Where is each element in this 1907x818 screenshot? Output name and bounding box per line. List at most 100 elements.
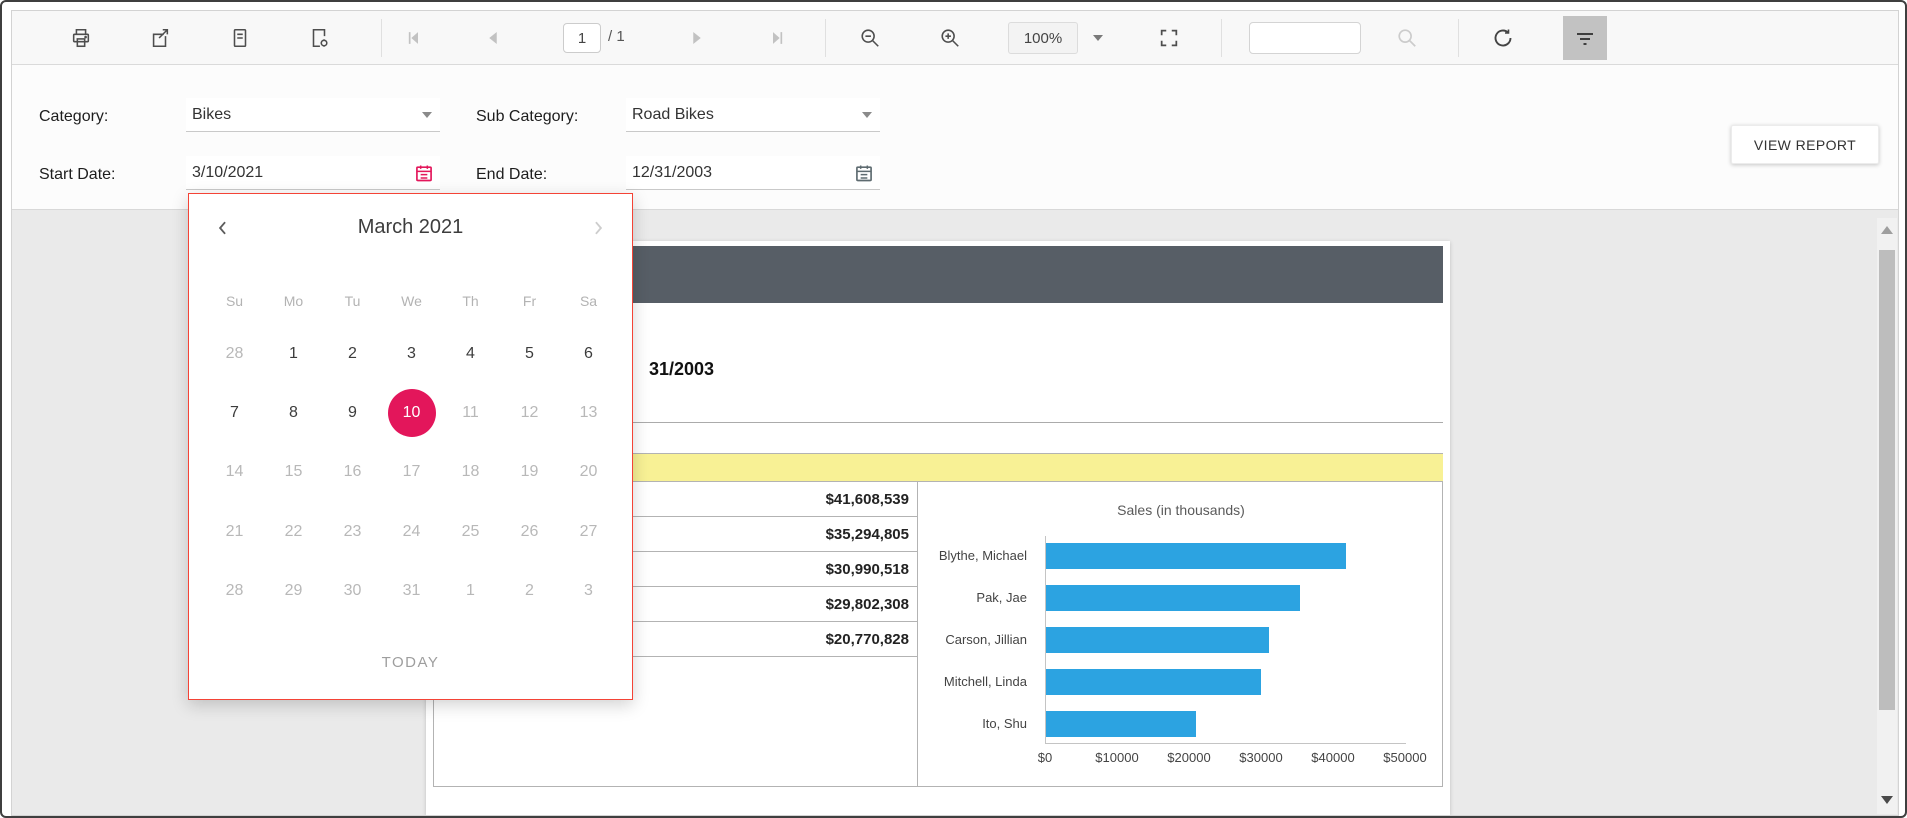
sales-chart: Sales (in thousands) Blythe, Michael Pak,… — [918, 482, 1444, 785]
datepicker-day[interactable]: 3 — [382, 324, 441, 383]
zoom-level-value: 100% — [1023, 29, 1063, 47]
print-button[interactable] — [63, 20, 99, 56]
chart-x-axis — [1045, 743, 1406, 744]
scroll-up-arrow-icon[interactable] — [1881, 226, 1893, 234]
chart-x-tick: $40000 — [1311, 750, 1355, 765]
chevron-down-icon[interactable] — [862, 112, 872, 118]
parameters-panel-toggle-button[interactable] — [1563, 16, 1607, 60]
chart-bar — [1046, 669, 1261, 695]
start-date-value: 3/10/2021 — [192, 163, 264, 181]
datepicker-day: 31 — [402, 582, 421, 600]
datepicker-day: 3 — [584, 582, 593, 600]
fullscreen-icon — [1160, 29, 1178, 47]
datepicker-day[interactable]: 5 — [500, 324, 559, 383]
end-date-input[interactable]: 12/31/2003 — [626, 156, 880, 190]
scrollbar-thumb[interactable] — [1879, 250, 1895, 710]
datepicker-day: 22 — [284, 522, 303, 540]
datepicker-dayname: Tu — [344, 293, 361, 309]
page-number-input[interactable] — [563, 23, 601, 53]
datepicker-day[interactable]: 7 — [205, 383, 264, 442]
report-heading-partial: 31/2003 — [649, 359, 715, 379]
datepicker-day: 25 — [461, 522, 480, 540]
subcategory-dropdown[interactable]: Road Bikes — [626, 98, 880, 132]
chart-x-tick: $10000 — [1095, 750, 1139, 765]
app-window: / 1 100% Catego — [0, 0, 1907, 818]
datepicker-day-selected[interactable]: 10 — [382, 383, 441, 442]
datepicker-day: 24 — [402, 522, 421, 540]
datepicker-day: 17 — [402, 463, 421, 481]
today-button[interactable]: TODAY — [189, 654, 632, 671]
datepicker-day[interactable]: 6 — [559, 324, 618, 383]
sales-value-cell: $30,990,518 — [825, 560, 909, 578]
chart-x-tick: $0 — [1037, 750, 1053, 765]
datepicker-day[interactable]: 8 — [264, 383, 323, 442]
print-icon — [72, 28, 90, 48]
datepicker-day[interactable]: 2 — [323, 324, 382, 383]
datepicker-dayname: Th — [462, 293, 479, 309]
filter-icon — [1577, 33, 1593, 45]
chart-bar — [1046, 627, 1269, 653]
chart-x-tick: $30000 — [1239, 750, 1283, 765]
document-icon — [233, 28, 247, 48]
datepicker-day[interactable]: 4 — [441, 324, 500, 383]
first-page-button[interactable] — [395, 20, 431, 56]
datepicker-day: 28 — [225, 582, 244, 600]
chart-category-label: Mitchell, Linda — [943, 674, 1027, 689]
refresh-button[interactable] — [1485, 20, 1521, 56]
sales-value-cell: $29,802,308 — [825, 595, 909, 613]
datepicker-day: 21 — [225, 522, 244, 540]
vertical-scrollbar[interactable] — [1877, 218, 1897, 814]
previous-page-button[interactable] — [475, 20, 511, 56]
datepicker-day: 14 — [225, 463, 244, 481]
datepicker-header: March 2021 — [189, 208, 632, 248]
datepicker-day[interactable]: 9 — [323, 383, 382, 442]
calendar-icon[interactable] — [414, 163, 434, 183]
toolbar-divider — [1221, 19, 1222, 57]
next-page-button[interactable] — [679, 20, 715, 56]
datepicker-dayname: We — [401, 293, 422, 309]
zoom-level-select[interactable]: 100% — [1008, 22, 1078, 54]
export-button[interactable] — [142, 20, 178, 56]
end-date-value: 12/31/2003 — [632, 163, 713, 181]
datepicker-dayname: Mo — [283, 293, 304, 309]
search-input[interactable] — [1249, 22, 1361, 54]
datepicker-day: 11 — [462, 404, 479, 422]
chart-bar — [1046, 585, 1300, 611]
datepicker-day[interactable]: 1 — [264, 324, 323, 383]
fullscreen-button[interactable] — [1151, 20, 1187, 56]
zoom-out-button[interactable] — [852, 20, 888, 56]
export-icon — [152, 28, 169, 48]
datepicker-day: 15 — [284, 463, 303, 481]
zoom-in-button[interactable] — [932, 20, 968, 56]
print-layout-button[interactable] — [222, 20, 258, 56]
datepicker-dayname: Su — [225, 293, 244, 309]
chart-title: Sales (in thousands) — [1117, 502, 1245, 518]
datepicker-day-headers: Su Mo Tu We Th Fr Sa — [205, 286, 618, 316]
category-dropdown[interactable]: Bikes — [186, 98, 440, 132]
zoom-dropdown-caret-icon[interactable] — [1093, 35, 1103, 41]
sales-value-cell: $41,608,539 — [825, 490, 909, 508]
datepicker-day: 26 — [520, 522, 539, 540]
category-value: Bikes — [192, 105, 232, 123]
page-settings-icon — [312, 28, 328, 48]
chevron-down-icon[interactable] — [422, 112, 432, 118]
datepicker-day: 30 — [343, 582, 362, 600]
page-setup-button[interactable] — [301, 20, 337, 56]
toolbar-divider — [381, 19, 382, 57]
datepicker-day: 20 — [579, 463, 598, 481]
end-date-label: End Date: — [476, 166, 548, 183]
datepicker-day: 16 — [343, 463, 362, 481]
calendar-icon[interactable] — [854, 163, 874, 183]
start-date-input[interactable]: 3/10/2021 — [186, 156, 440, 190]
zoom-out-icon — [861, 29, 879, 47]
scroll-down-arrow-icon[interactable] — [1881, 796, 1893, 804]
datepicker-day: 27 — [579, 522, 598, 540]
search-button[interactable] — [1389, 20, 1425, 56]
zoom-in-icon — [941, 29, 959, 47]
datepicker-grid: 28 1 2 3 4 5 6 7 8 9 10 11 12 13 14 15 16 17 18 19 20 21 22 23 2… — [205, 324, 618, 621]
next-page-icon — [693, 32, 701, 44]
last-page-button[interactable] — [760, 20, 796, 56]
view-report-button[interactable]: VIEW REPORT — [1731, 125, 1879, 164]
datepicker-month-title[interactable]: March 2021 — [189, 216, 632, 239]
next-month-button[interactable] — [582, 212, 614, 244]
